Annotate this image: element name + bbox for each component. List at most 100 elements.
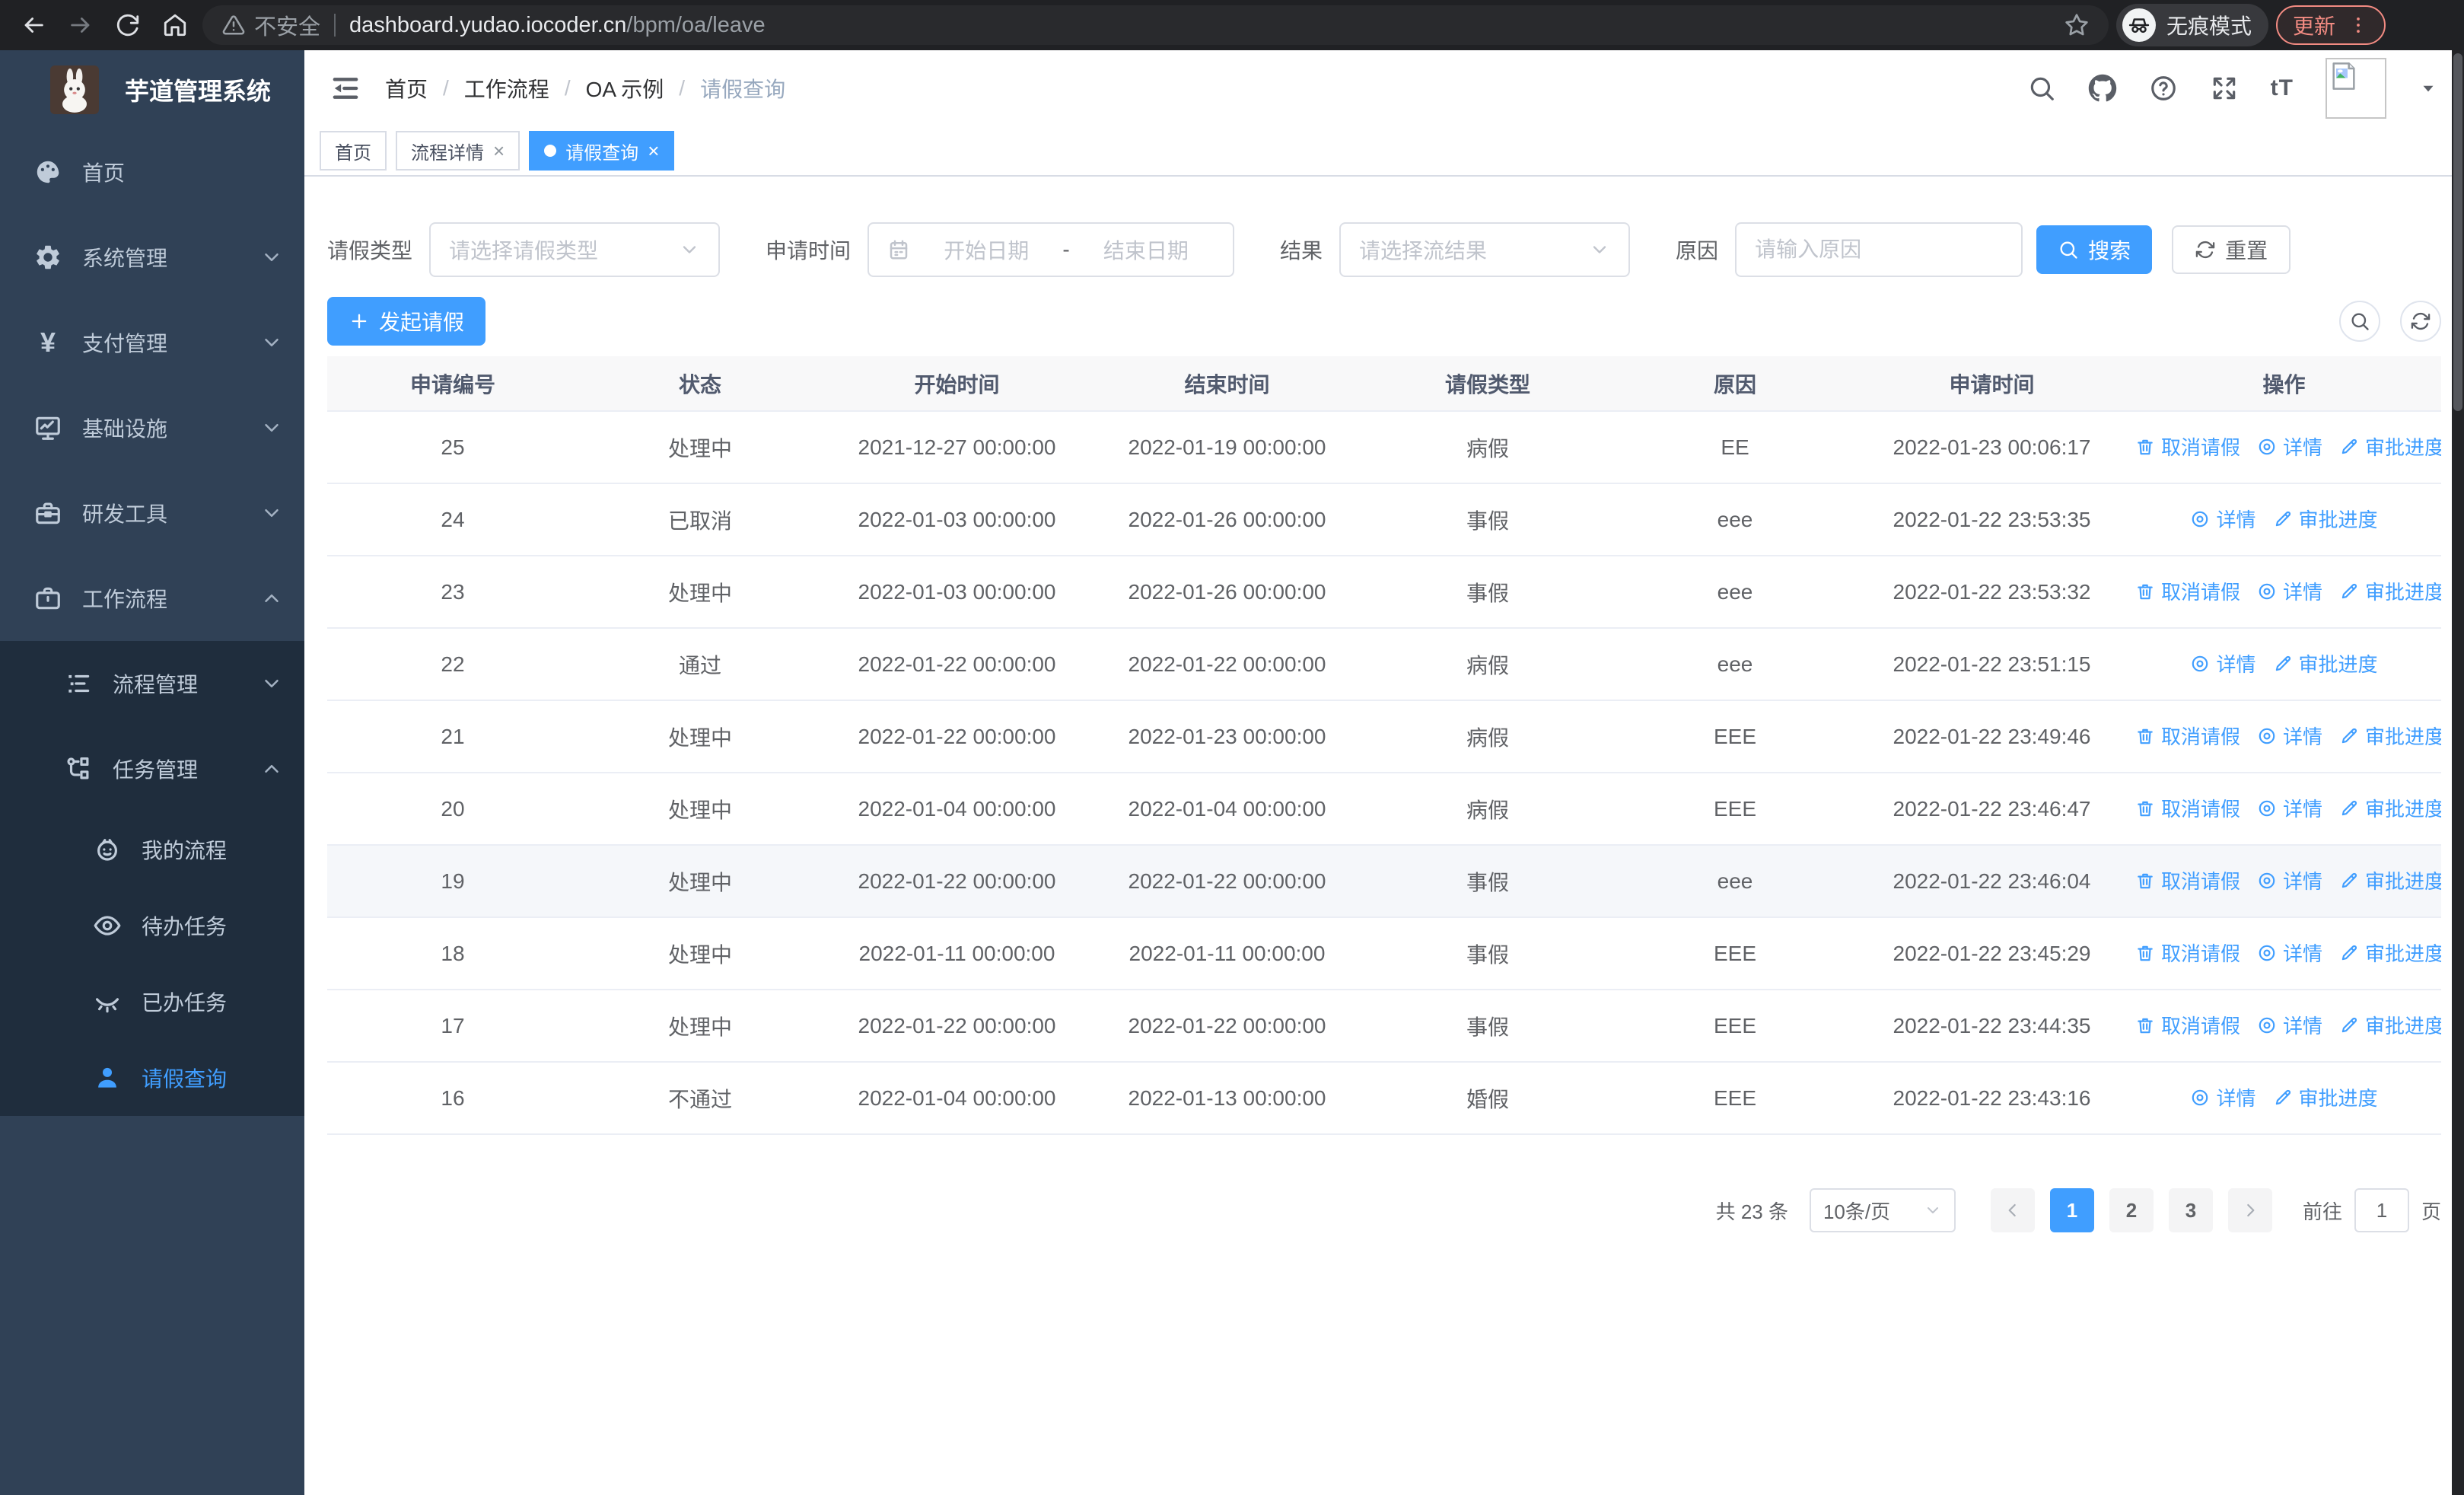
action-label: 审批进度	[2365, 581, 2441, 604]
result-select[interactable]: 请选择流结果	[1339, 222, 1631, 277]
breadcrumb-item[interactable]: OA 示例	[586, 73, 664, 104]
reason-input[interactable]	[1755, 237, 2004, 262]
cell-start: 2022-01-04 00:00:00	[822, 1062, 1092, 1135]
sidebar-item-done-tasks[interactable]: 已办任务	[0, 964, 304, 1040]
action-progress[interactable]: 审批进度	[2339, 722, 2441, 750]
action-cancel-leave[interactable]: 取消请假	[2135, 939, 2240, 967]
chevron-down-icon	[260, 672, 283, 695]
sidebar-item-my-process[interactable]: 我的流程	[0, 811, 304, 888]
workflow-submenu: 流程管理 任务管理 我的流程 待办任务 已办任务 请假查询	[0, 641, 304, 1116]
action-progress[interactable]: 审批进度	[2339, 939, 2441, 967]
action-progress[interactable]: 审批进度	[2273, 505, 2378, 533]
action-detail[interactable]: 详情	[2257, 432, 2322, 461]
next-page-button[interactable]	[2227, 1188, 2272, 1232]
breadcrumb-item[interactable]: 工作流程	[464, 73, 549, 104]
browser-scrollbar[interactable]	[2452, 50, 2464, 1495]
avatar-caret-icon[interactable]	[2418, 78, 2438, 98]
breadcrumb-item[interactable]: 首页	[385, 73, 428, 104]
action-progress[interactable]: 审批进度	[2273, 1083, 2378, 1111]
action-detail[interactable]: 详情	[2257, 794, 2322, 822]
action-progress[interactable]: 审批进度	[2339, 1011, 2441, 1039]
cell-type: 病假	[1362, 700, 1613, 773]
sidebar-logo[interactable]: 芋道管理系统	[0, 50, 304, 129]
fullscreen-icon[interactable]	[2210, 74, 2239, 103]
browser-menu-icon[interactable]	[2348, 14, 2369, 36]
sidebar-item-workflow[interactable]: 工作流程	[0, 556, 304, 641]
action-detail[interactable]: 详情	[2190, 505, 2256, 533]
action-detail[interactable]: 详情	[2257, 939, 2322, 967]
github-icon[interactable]	[2088, 74, 2117, 103]
action-label: 取消请假	[2161, 436, 2241, 460]
cell-end: 2022-01-26 00:00:00	[1092, 483, 1362, 556]
action-cancel-leave[interactable]: 取消请假	[2135, 794, 2240, 822]
action-detail[interactable]: 详情	[2257, 577, 2322, 605]
goto-page-input[interactable]	[2354, 1188, 2409, 1232]
navbar-tools: tT	[2027, 58, 2438, 119]
action-progress[interactable]: 审批进度	[2339, 577, 2441, 605]
font-size-icon[interactable]: tT	[2271, 75, 2294, 101]
action-label: 审批进度	[2298, 508, 2378, 532]
action-detail[interactable]: 详情	[2257, 1011, 2322, 1039]
browser-back-button[interactable]	[14, 5, 53, 45]
scrollbar-thumb[interactable]	[2453, 53, 2462, 411]
tab-process-detail[interactable]: 流程详情 ×	[396, 131, 520, 171]
tab-close-icon[interactable]: ×	[493, 141, 505, 161]
action-cancel-leave[interactable]: 取消请假	[2135, 577, 2240, 605]
browser-forward-button[interactable]	[61, 5, 100, 45]
address-bar[interactable]: 不安全 dashboard.yudao.iocoder.cn/bpm/oa/le…	[202, 5, 2109, 45]
sidebar-item-dev-tools[interactable]: 研发工具	[0, 470, 304, 556]
cell-end: 2022-01-04 00:00:00	[1092, 773, 1362, 846]
action-detail[interactable]: 详情	[2190, 649, 2256, 677]
sidebar-item-todo-tasks[interactable]: 待办任务	[0, 888, 304, 964]
browser-update-button[interactable]: 更新	[2276, 5, 2386, 45]
table-tools	[2339, 301, 2441, 342]
action-label: 审批进度	[2298, 1087, 2378, 1111]
action-detail[interactable]: 详情	[2190, 1083, 2256, 1111]
toggle-search-button[interactable]	[2339, 301, 2380, 342]
prev-page-button[interactable]	[1990, 1188, 2035, 1232]
action-cancel-leave[interactable]: 取消请假	[2135, 1011, 2240, 1039]
action-progress[interactable]: 审批进度	[2339, 794, 2441, 822]
browser-home-button[interactable]	[155, 5, 195, 45]
action-label: 详情	[2283, 870, 2323, 894]
refresh-table-button[interactable]	[2400, 301, 2441, 342]
action-detail[interactable]: 详情	[2257, 866, 2322, 894]
sidebar-collapse-button[interactable]	[330, 73, 361, 104]
reset-button[interactable]: 重置	[2172, 225, 2291, 274]
bookmark-star-icon[interactable]	[2064, 13, 2089, 37]
action-cancel-leave[interactable]: 取消请假	[2135, 432, 2240, 461]
sidebar-item-infrastructure[interactable]: 基础设施	[0, 385, 304, 470]
help-icon[interactable]	[2149, 74, 2178, 103]
avatar[interactable]	[2326, 58, 2386, 119]
action-detail[interactable]: 详情	[2257, 722, 2322, 750]
tab-leave-query[interactable]: 请假查询 ×	[529, 131, 675, 171]
page-button-3[interactable]: 3	[2168, 1188, 2213, 1232]
tab-close-icon[interactable]: ×	[648, 141, 659, 161]
action-progress[interactable]: 审批进度	[2339, 866, 2441, 894]
create-leave-button[interactable]: 发起请假	[327, 297, 486, 346]
page-size-select[interactable]: 10条/页	[1809, 1188, 1956, 1232]
header-search-icon[interactable]	[2027, 74, 2056, 103]
page-size-value: 10条/页	[1823, 1200, 1891, 1223]
sidebar-item-leave-query[interactable]: 请假查询	[0, 1040, 304, 1116]
sidebar-item-process-management[interactable]: 流程管理	[0, 641, 304, 726]
page-button-2[interactable]: 2	[2109, 1188, 2154, 1232]
page-button-1[interactable]: 1	[2049, 1188, 2094, 1232]
leave-type-select[interactable]: 请选择请假类型	[429, 222, 721, 277]
action-label: 审批进度	[2365, 870, 2441, 894]
sidebar-item-task-management[interactable]: 任务管理	[0, 726, 304, 811]
apply-time-range-picker[interactable]: 开始日期 - 结束日期	[867, 222, 1235, 277]
action-cancel-leave[interactable]: 取消请假	[2135, 722, 2240, 750]
cell-actions: 详情 审批进度	[2127, 628, 2441, 701]
action-progress[interactable]: 审批进度	[2339, 432, 2441, 461]
cell-start: 2022-01-22 00:00:00	[822, 990, 1092, 1063]
sidebar-item-home[interactable]: 首页	[0, 129, 304, 215]
tab-home[interactable]: 首页	[320, 131, 387, 171]
action-cancel-leave[interactable]: 取消请假	[2135, 866, 2240, 894]
search-button[interactable]: 搜索	[2036, 225, 2153, 274]
sidebar-item-system-management[interactable]: 系统管理	[0, 215, 304, 300]
browser-reload-button[interactable]	[108, 5, 148, 45]
action-progress[interactable]: 审批进度	[2273, 649, 2378, 677]
sidebar-item-payment-management[interactable]: ¥ 支付管理	[0, 300, 304, 385]
goto-label: 前往	[2302, 1200, 2342, 1223]
